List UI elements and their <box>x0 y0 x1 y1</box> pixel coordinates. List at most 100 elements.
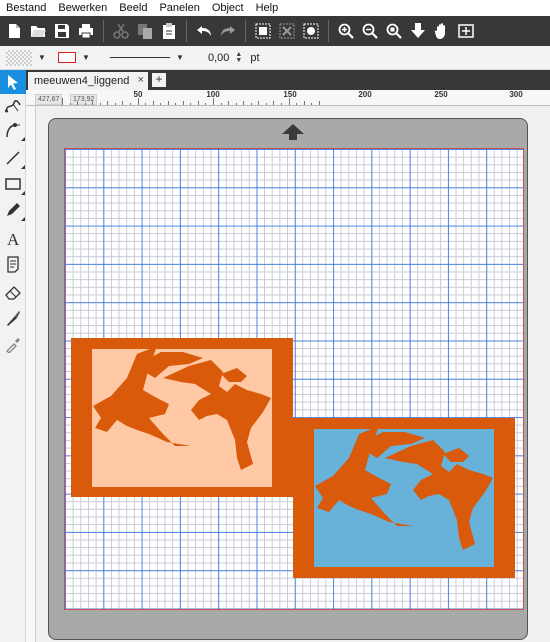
new-tab-button[interactable]: + <box>152 73 166 87</box>
ruler-tick <box>273 101 275 105</box>
ruler-tick <box>84 103 86 105</box>
ruler-tick <box>160 103 162 105</box>
document-tab-strip: meeuwen4_liggend × + <box>26 70 550 90</box>
ruler-tick <box>235 103 237 105</box>
ruler-tick <box>114 103 116 105</box>
copy-icon[interactable] <box>133 19 157 43</box>
redo-icon[interactable] <box>216 19 240 43</box>
menu-panelen[interactable]: Panelen <box>153 0 205 16</box>
close-tab-icon[interactable]: × <box>138 74 144 86</box>
seagull-design-blue[interactable] <box>293 418 515 578</box>
paste-icon[interactable] <box>157 19 181 43</box>
fit-page-icon[interactable] <box>454 19 478 43</box>
ruler-tick <box>258 101 260 105</box>
ruler-tick <box>250 103 252 105</box>
tool-panel: A <box>0 70 26 642</box>
menu-bewerken[interactable]: Bewerken <box>52 0 113 16</box>
menu-bar: Bestand Bewerken Beeld Panelen Object He… <box>0 0 550 16</box>
ruler-tick <box>77 101 79 105</box>
ruler-tick <box>243 101 245 105</box>
ruler-tick <box>220 103 222 105</box>
ruler-tick <box>182 101 184 105</box>
ruler-tick <box>213 98 214 105</box>
bezier-pen-icon[interactable] <box>0 118 26 142</box>
line-style-sample[interactable] <box>110 57 170 58</box>
ruler-tick <box>137 98 139 105</box>
ruler-tick <box>318 101 320 105</box>
stroke-width-spinner[interactable]: ▲ ▼ <box>235 51 242 64</box>
seagull-design-peach[interactable] <box>71 338 293 497</box>
fill-dropdown-arrow-icon[interactable]: ▼ <box>36 53 48 62</box>
pan-hand-icon[interactable] <box>430 19 454 43</box>
ruler-tick <box>107 101 109 105</box>
toolbar-separator <box>245 20 246 42</box>
eraser-tool-icon[interactable] <box>0 280 26 304</box>
group-icon[interactable] <box>251 19 275 43</box>
toolbar-separator <box>103 20 104 42</box>
menu-beeld[interactable]: Beeld <box>113 0 153 16</box>
options-bar: ▼ ▼ ▼ 0,00 ▲ ▼ pt <box>0 46 550 70</box>
text-tool-icon[interactable]: A <box>0 226 26 250</box>
zoom-in-icon[interactable] <box>334 19 358 43</box>
ruler-tick <box>205 103 207 105</box>
print-icon[interactable] <box>74 19 98 43</box>
vertical-ruler <box>26 106 36 642</box>
main-toolbar <box>0 16 550 46</box>
ruler-tick <box>69 103 71 105</box>
ruler-tick <box>92 101 94 105</box>
eyedropper-tool-icon[interactable] <box>0 332 26 356</box>
ruler-label-250: 250 <box>434 90 448 99</box>
trace-image-icon[interactable] <box>299 19 323 43</box>
ruler-tick <box>288 98 290 105</box>
stroke-color-swatch[interactable] <box>58 52 76 63</box>
text-on-path-icon[interactable] <box>0 252 26 276</box>
rectangle-tool-icon[interactable] <box>0 172 26 196</box>
ruler-tick <box>129 103 131 105</box>
zoom-out-icon[interactable] <box>358 19 382 43</box>
document-tab-label: meeuwen4_liggend <box>34 75 130 87</box>
new-document-icon[interactable] <box>2 19 26 43</box>
pencil-tool-icon[interactable] <box>0 198 26 222</box>
menu-help[interactable]: Help <box>250 0 285 16</box>
ruler-tick <box>303 101 305 105</box>
zoom-selection-icon[interactable] <box>382 19 406 43</box>
menu-object[interactable]: Object <box>206 0 250 16</box>
undo-icon[interactable] <box>192 19 216 43</box>
toolbar-separator <box>186 20 187 42</box>
ruler-label-300: 300 <box>509 90 523 99</box>
save-icon[interactable] <box>50 19 74 43</box>
line-tool-icon[interactable] <box>0 146 26 170</box>
ruler-tick <box>62 98 63 105</box>
knife-tool-icon[interactable] <box>0 306 26 330</box>
cursor-x-readout: 427,67 <box>35 94 63 105</box>
send-to-cutter-icon[interactable] <box>406 19 430 43</box>
ruler-tick <box>265 103 267 105</box>
open-folder-icon[interactable] <box>26 19 50 43</box>
ruler-tick <box>122 101 124 105</box>
ruler-tick <box>296 103 298 105</box>
stroke-width-field[interactable]: 0,00 <box>208 52 229 64</box>
node-edit-icon[interactable] <box>0 94 26 118</box>
cut-icon[interactable] <box>109 19 133 43</box>
menu-bestand[interactable]: Bestand <box>0 0 52 16</box>
stroke-unit-label: pt <box>250 51 260 64</box>
svg-text:A: A <box>7 230 20 247</box>
ruler-label-200: 200 <box>358 90 372 99</box>
ruler-tick <box>175 103 177 105</box>
ungroup-icon[interactable] <box>275 19 299 43</box>
line-style-dropdown-arrow-icon[interactable]: ▼ <box>174 53 186 62</box>
ruler-tick <box>152 101 154 105</box>
horizontal-ruler: 427,67 173,92 50 100 150 200 250 300 <box>26 90 550 106</box>
select-arrow-icon[interactable] <box>0 70 26 94</box>
ruler-tick <box>190 103 192 105</box>
fill-pattern-swatch[interactable] <box>6 49 32 66</box>
ruler-tick <box>167 101 169 105</box>
ruler-tick <box>197 101 199 105</box>
ruler-label-150: 150 <box>283 90 297 99</box>
ruler-tick <box>99 103 101 105</box>
feed-direction-arrow-icon <box>282 124 304 140</box>
stroke-dropdown-arrow-icon[interactable]: ▼ <box>80 53 92 62</box>
ruler-tick <box>145 103 147 105</box>
app-window: Bestand Bewerken Beeld Panelen Object He… <box>0 0 550 642</box>
document-tab[interactable]: meeuwen4_liggend × <box>28 72 148 90</box>
